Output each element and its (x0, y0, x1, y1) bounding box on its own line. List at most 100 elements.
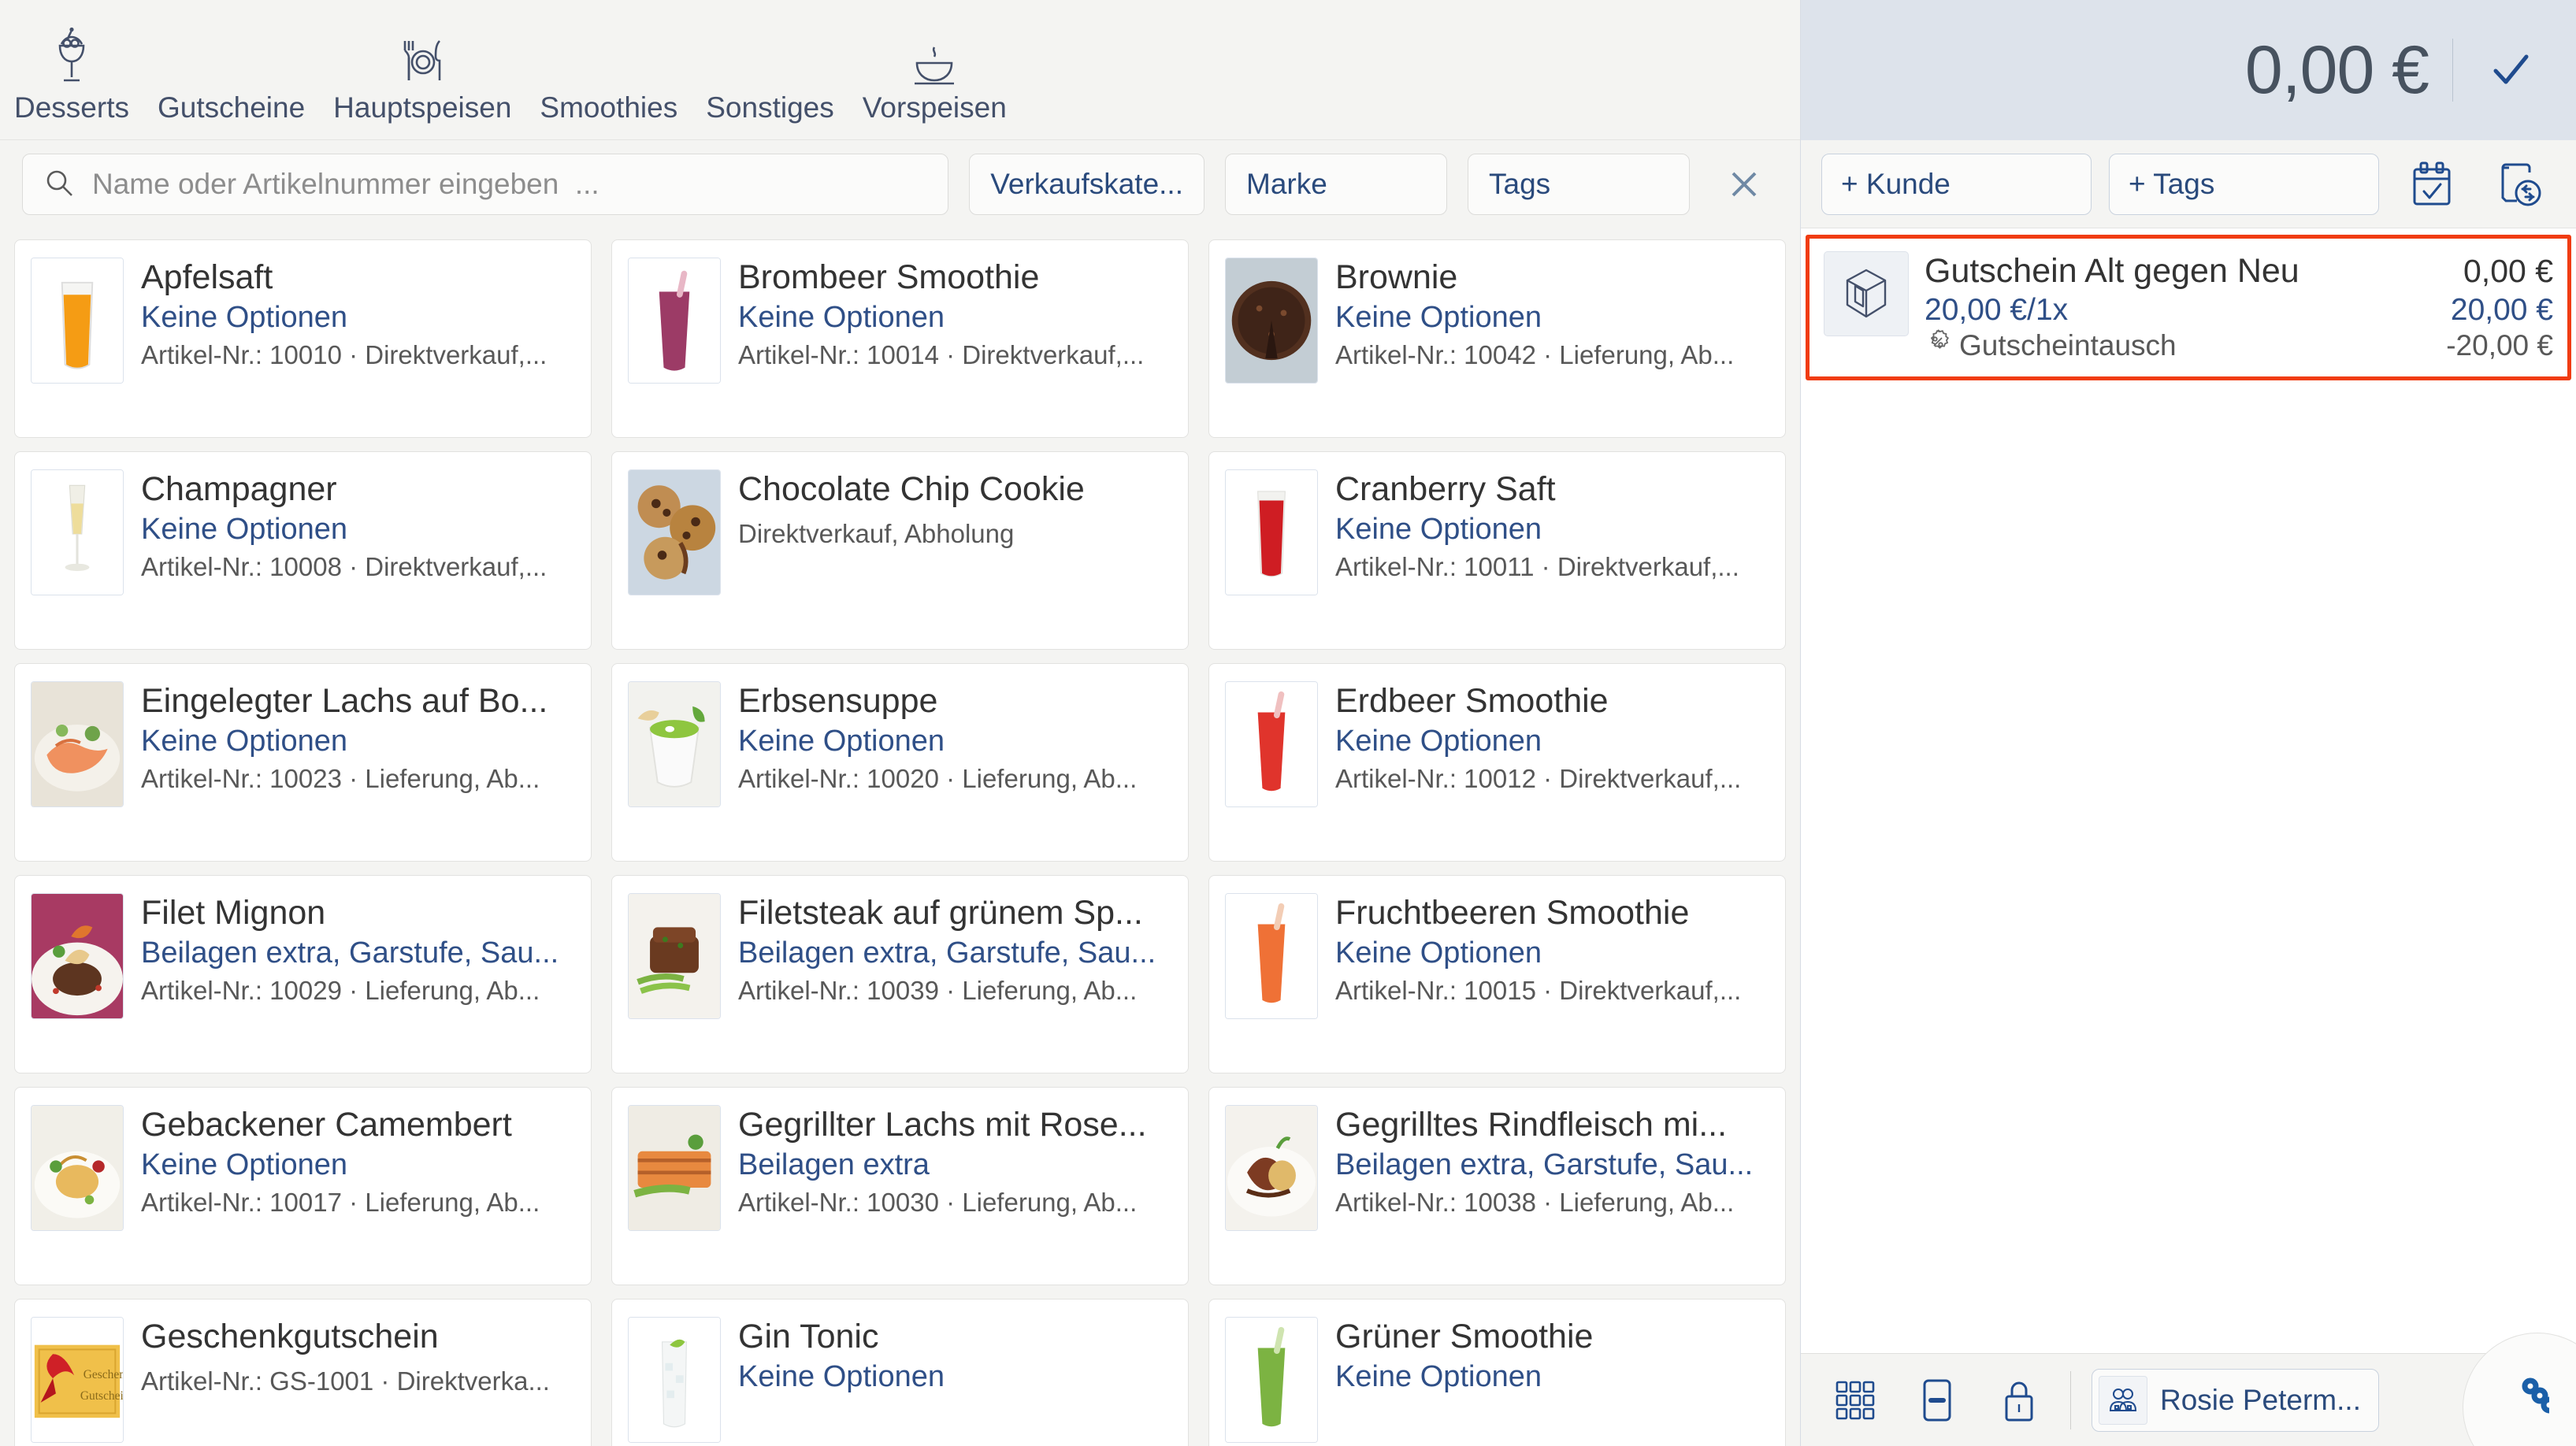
sales-category-filter[interactable]: Verkaufskate... (969, 154, 1204, 215)
product-thumbnail (628, 681, 721, 807)
category-tab-label: Sonstiges (706, 91, 834, 124)
current-user-name: Rosie Peterm... (2160, 1383, 2361, 1416)
category-tab-desserts[interactable]: Desserts (0, 24, 143, 122)
product-name: Erdbeer Smoothie (1335, 683, 1609, 720)
product-card[interactable]: Apfelsaft Keine Optionen Artikel-Nr.: 10… (14, 239, 592, 438)
cart-item-details: Gutschein Alt gegen Neu 0,00 € 20,00 €/1… (1925, 251, 2553, 364)
category-tab-hauptspeisen[interactable]: Hauptspeisen (319, 24, 525, 122)
product-meta: Artikel-Nr.: 10039 · Lieferung, Ab... (738, 977, 1138, 1006)
cart-footer-bar: Rosie Peterm... (1801, 1333, 2576, 1446)
keypad-grid-icon[interactable] (1824, 1370, 1886, 1431)
cart-item-discount-row: Gutscheintausch -20,00 € (1925, 328, 2553, 363)
product-info: Gin Tonic Keine Optionen (738, 1317, 1172, 1400)
product-thumbnail (1225, 1317, 1318, 1443)
product-card[interactable]: Filetsteak auf grünem Sp... Beilagen ext… (611, 875, 1189, 1073)
product-name: Chocolate Chip Cookie (738, 471, 1085, 508)
calendar-check-icon[interactable] (2396, 154, 2467, 215)
blackberry-smoothie-image (629, 258, 720, 383)
product-options: Keine Optionen (1335, 725, 1542, 758)
champagne-image (32, 470, 123, 595)
product-thumbnail: Geschenk Gutschein (31, 1317, 124, 1443)
gift-voucher-image: Geschenk Gutschein (32, 1318, 123, 1442)
product-options: Keine Optionen (1335, 302, 1542, 335)
product-thumbnail (31, 1105, 124, 1231)
product-options: Keine Optionen (141, 302, 347, 335)
product-info: Apfelsaft Keine Optionen Artikel-Nr.: 10… (141, 258, 575, 370)
product-options: Beilagen extra, Garstufe, Sau... (141, 937, 559, 970)
product-thumbnail (628, 258, 721, 384)
product-card[interactable]: Eingelegter Lachs auf Bo... Keine Option… (14, 663, 592, 862)
product-meta: Artikel-Nr.: 10015 · Direktverkauf,... (1335, 977, 1742, 1006)
category-tab-gutscheine[interactable]: Gutscheine (143, 24, 319, 122)
product-meta: Artikel-Nr.: 10012 · Direktverkauf,... (1335, 765, 1742, 794)
brand-filter[interactable]: Marke (1225, 154, 1447, 215)
lock-icon[interactable] (1988, 1370, 2050, 1431)
product-options: Beilagen extra, Garstufe, Sau... (738, 937, 1156, 970)
product-card[interactable]: Cranberry Saft Keine Optionen Artikel-Nr… (1208, 451, 1786, 650)
product-card[interactable]: Brownie Keine Optionen Artikel-Nr.: 1004… (1208, 239, 1786, 438)
product-card[interactable]: Gegrilltes Rindfleisch mi... Beilagen ex… (1208, 1087, 1786, 1285)
product-card[interactable]: Brombeer Smoothie Keine Optionen Artikel… (611, 239, 1189, 438)
product-card[interactable]: Champagner Keine Optionen Artikel-Nr.: 1… (14, 451, 592, 650)
cart-item-title: Gutschein Alt gegen Neu (1925, 252, 2299, 290)
category-tab-smoothies[interactable]: Smoothies (525, 24, 692, 122)
product-thumbnail (628, 1105, 721, 1231)
receipt-return-icon[interactable] (2485, 154, 2556, 215)
product-card[interactable]: Grüner Smoothie Keine Optionen (1208, 1299, 1786, 1446)
checkmark-icon[interactable] (2477, 36, 2544, 104)
cart-item-unit-row: 20,00 €/1x 20,00 € (1925, 292, 2553, 329)
category-tab-label: Desserts (14, 91, 129, 124)
product-grid-scroll[interactable]: Apfelsaft Keine Optionen Artikel-Nr.: 10… (0, 228, 1800, 1446)
product-thumbnail (1225, 893, 1318, 1019)
search-filter-bar: Verkaufskate... Marke Tags (0, 140, 1800, 228)
product-card[interactable]: Fruchtbeeren Smoothie Keine Optionen Art… (1208, 875, 1786, 1073)
tags-filter[interactable]: Tags (1468, 154, 1690, 215)
grilled-beef-image (1226, 1106, 1317, 1230)
product-card[interactable]: Erdbeer Smoothie Keine Optionen Artikel-… (1208, 663, 1786, 862)
cart-item[interactable]: Gutschein Alt gegen Neu 0,00 € 20,00 €/1… (1806, 235, 2571, 380)
product-thumbnail (31, 893, 124, 1019)
product-meta: Artikel-Nr.: 10029 · Lieferung, Ab... (141, 977, 540, 1006)
minus-tile-icon[interactable] (1906, 1370, 1968, 1431)
product-info: Erdbeer Smoothie Keine Optionen Artikel-… (1335, 681, 1769, 794)
current-user-button[interactable]: Rosie Peterm... (2092, 1368, 2379, 1432)
cart-total-bar: 0,00 € (1801, 0, 2576, 140)
search-box[interactable] (22, 154, 949, 215)
close-icon[interactable] (1710, 154, 1778, 215)
loading-dots-glyph (2481, 1350, 2558, 1422)
product-meta: Direktverkauf, Abholung (738, 520, 1015, 549)
product-thumbnail (31, 681, 124, 807)
users-avatar-icon (2099, 1375, 2147, 1425)
add-customer-button[interactable]: + Kunde (1821, 153, 2092, 215)
product-card[interactable]: Erbsensuppe Keine Optionen Artikel-Nr.: … (611, 663, 1189, 862)
add-tags-button[interactable]: + Tags (2109, 153, 2379, 215)
cart-item-unit-price[interactable]: 20,00 €/1x (1925, 292, 2068, 329)
product-card[interactable]: Filet Mignon Beilagen extra, Garstufe, S… (14, 875, 592, 1073)
product-card[interactable]: Gin Tonic Keine Optionen (611, 1299, 1189, 1446)
product-options: Keine Optionen (738, 302, 945, 335)
product-card[interactable]: Gegrillter Lachs mit Rose... Beilagen ex… (611, 1087, 1189, 1285)
product-name: Fruchtbeeren Smoothie (1335, 895, 1690, 932)
green-smoothie-image (1226, 1318, 1317, 1442)
product-info: Gegrilltes Rindfleisch mi... Beilagen ex… (1335, 1105, 1769, 1218)
cookie-image (629, 470, 720, 595)
category-tab-vorspeisen[interactable]: Vorspeisen (848, 24, 1021, 122)
product-name: Filetsteak auf grünem Sp... (738, 895, 1143, 932)
product-name: Gin Tonic (738, 1318, 879, 1355)
product-options: Keine Optionen (738, 1361, 945, 1394)
cart-items-list: Gutschein Alt gegen Neu 0,00 € 20,00 €/1… (1801, 228, 2576, 1353)
brownie-image (1226, 258, 1317, 383)
cart-item-line-total: 20,00 € (2450, 292, 2553, 327)
product-options: Keine Optionen (1335, 1361, 1542, 1394)
category-tab-sonstiges[interactable]: Sonstiges (692, 24, 848, 122)
product-card[interactable]: Chocolate Chip Cookie Direktverkauf, Abh… (611, 451, 1189, 650)
product-card[interactable]: Gebackener Camembert Keine Optionen Arti… (14, 1087, 592, 1285)
bowl-icon (912, 24, 956, 85)
search-input[interactable] (92, 168, 928, 201)
product-card[interactable]: Geschenk Gutschein Geschenkgutschein Art… (14, 1299, 592, 1446)
product-info: Cranberry Saft Keine Optionen Artikel-Nr… (1335, 469, 1769, 582)
salmon-plate-image (32, 682, 123, 806)
product-meta: Artikel-Nr.: 10038 · Lieferung, Ab... (1335, 1188, 1735, 1218)
product-thumbnail (628, 469, 721, 595)
cart-item-total: 0,00 € (2463, 253, 2553, 289)
